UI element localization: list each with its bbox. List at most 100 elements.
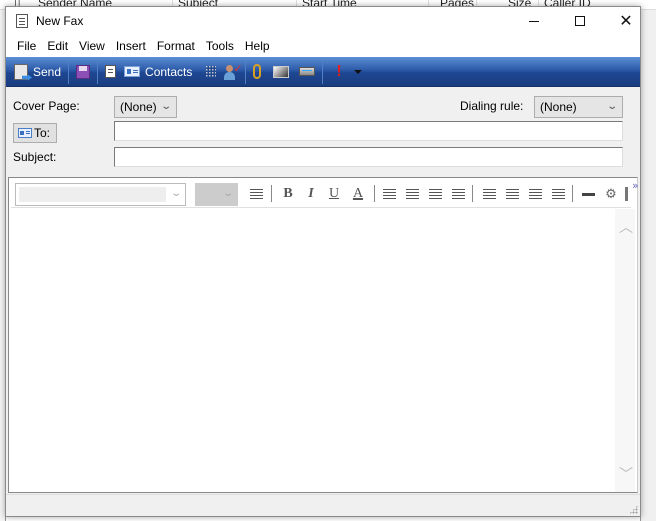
minimize-button[interactable] (511, 7, 557, 35)
italic-button[interactable]: I (302, 185, 320, 203)
close-icon: ✕ (619, 13, 633, 30)
send-icon (14, 63, 28, 80)
cover-page-button[interactable] (101, 60, 120, 84)
menu-format[interactable]: Format (152, 39, 200, 53)
align-right-button[interactable] (526, 185, 544, 203)
bulleted-list-button[interactable] (403, 185, 421, 203)
menu-bar: File Edit View Insert Format Tools Help (6, 35, 640, 57)
save-icon (76, 64, 91, 79)
chevron-down-icon: ⌄ (605, 101, 618, 112)
dropdown-arrow-icon (353, 69, 362, 74)
dialing-rule-label: Dialing rule: (460, 99, 524, 113)
contacts-label: Contacts (145, 64, 193, 79)
message-editor: ⌄ ⌄ B I U A ⚙ » ︿ ﹀ (8, 177, 639, 493)
send-button[interactable]: Send (10, 60, 65, 84)
menu-help[interactable]: Help (240, 39, 275, 53)
to-input[interactable] (114, 121, 623, 141)
chevron-down-icon: ⌄ (159, 101, 172, 112)
check-names-icon: ✓ (224, 63, 243, 80)
title-bar[interactable]: New Fax ✕ (6, 7, 640, 35)
horizontal-line-button[interactable] (579, 185, 597, 203)
fax-header-form: Cover Page: (None) ⌄ Dialing rule: (None… (6, 88, 640, 173)
increase-indent-button[interactable] (449, 185, 467, 203)
scan-button[interactable] (295, 60, 319, 84)
underline-button[interactable]: U (325, 185, 343, 203)
save-button[interactable] (72, 60, 94, 84)
resize-grip-icon[interactable] (629, 505, 638, 514)
insert-picture-button[interactable] (269, 60, 293, 84)
bold-button[interactable]: B (279, 185, 297, 203)
paragraph-style-button[interactable] (247, 185, 265, 203)
attach-file-button[interactable] (249, 60, 265, 84)
cover-page-label: Cover Page: (13, 99, 80, 113)
hyperlink-icon: ⚙ (605, 186, 617, 202)
formatting-toolbar: ⌄ ⌄ B I U A ⚙ (11, 180, 631, 208)
scroll-down-icon[interactable]: ﹀ (619, 467, 633, 481)
priority-icon: ! (336, 62, 342, 80)
priority-button[interactable]: ! (332, 60, 345, 84)
cover-page-select[interactable]: (None) ⌄ (114, 96, 177, 118)
toolbar-edge-icon (624, 187, 628, 201)
chevron-down-icon: ⌄ (169, 188, 182, 199)
check-names-button[interactable]: ✓ (220, 60, 243, 84)
toolbar-separator (322, 59, 324, 84)
dial-pad-button[interactable] (202, 60, 220, 84)
paragraph-style-icon (249, 188, 263, 200)
font-name-select[interactable]: ⌄ (15, 183, 186, 206)
to-button[interactable]: To: (13, 123, 57, 143)
decrease-indent-icon (428, 188, 442, 200)
align-left-button[interactable] (480, 185, 498, 203)
toolbar-separator (572, 185, 573, 202)
font-color-button[interactable]: A (348, 185, 368, 203)
contacts-icon (124, 66, 141, 77)
insert-hyperlink-button[interactable]: ⚙ (602, 185, 620, 203)
close-button[interactable]: ✕ (603, 7, 649, 35)
align-center-button[interactable] (503, 185, 521, 203)
message-body[interactable] (11, 209, 614, 492)
menu-view[interactable]: View (74, 39, 110, 53)
toolbar-separator (97, 59, 99, 84)
toolbar-overflow-chevron-icon[interactable]: » (632, 179, 639, 192)
font-size-select[interactable]: ⌄ (195, 183, 238, 206)
toolbar-separator (271, 185, 272, 202)
dialing-rule-value: (None) (540, 100, 577, 114)
contacts-button[interactable]: Contacts (120, 60, 196, 84)
subject-input[interactable] (114, 147, 623, 167)
scroll-up-icon[interactable]: ︿ (619, 220, 633, 234)
decrease-indent-button[interactable] (426, 185, 444, 203)
priority-dropdown[interactable] (350, 60, 366, 84)
chevron-down-icon: ⌄ (221, 188, 234, 199)
minimize-icon (529, 20, 539, 22)
dial-pad-icon (206, 65, 217, 78)
align-center-icon (505, 188, 519, 200)
new-fax-window: New Fax ✕ File Edit View Insert Format T… (5, 6, 641, 517)
toolbar-more-button[interactable] (623, 185, 629, 203)
menu-file[interactable]: File (12, 39, 41, 53)
menu-edit[interactable]: Edit (42, 39, 73, 53)
attach-icon (253, 64, 262, 79)
toolbar-separator (68, 59, 70, 84)
vertical-scrollbar[interactable]: ︿ ﹀ (615, 209, 635, 492)
window-title: New Fax (36, 14, 84, 28)
scan-icon (299, 67, 316, 76)
to-label: To: (34, 126, 51, 140)
maximize-icon (575, 16, 585, 26)
subject-label: Subject: (13, 150, 57, 164)
maximize-button[interactable] (557, 7, 603, 35)
cover-page-value: (None) (120, 100, 157, 114)
insert-picture-icon (273, 65, 290, 78)
font-name-value (19, 187, 166, 202)
fax-document-icon (16, 14, 28, 28)
numbered-list-icon (382, 188, 396, 200)
bulleted-list-icon (405, 188, 419, 200)
menu-insert[interactable]: Insert (111, 39, 151, 53)
menu-tools[interactable]: Tools (201, 39, 239, 53)
bg-right-edge (640, 10, 656, 521)
toolbar-separator (245, 59, 247, 84)
send-label: Send (33, 64, 62, 79)
justify-button[interactable] (549, 185, 567, 203)
numbered-list-button[interactable] (380, 185, 398, 203)
align-left-icon (482, 188, 496, 200)
address-book-icon (18, 128, 32, 138)
dialing-rule-select[interactable]: (None) ⌄ (534, 96, 623, 118)
